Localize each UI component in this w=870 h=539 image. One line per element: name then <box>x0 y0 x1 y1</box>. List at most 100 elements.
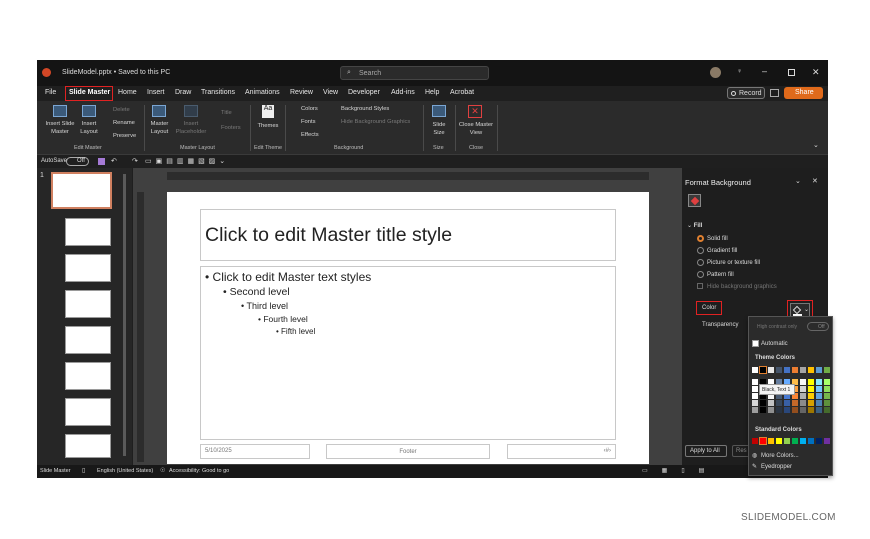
color-shade-swatch[interactable] <box>752 386 758 392</box>
fill-section-header[interactable]: ⌄ Fill <box>687 222 702 229</box>
fill-tab-icon[interactable] <box>688 194 701 207</box>
save-icon[interactable] <box>98 158 105 165</box>
color-swatch[interactable] <box>759 437 767 445</box>
color-swatch[interactable] <box>784 367 790 373</box>
status-accessibility[interactable]: Accessibility: Good to go <box>169 468 229 474</box>
color-swatch[interactable] <box>784 438 790 444</box>
eyedropper-option[interactable]: Eyedropper <box>761 464 792 470</box>
title-placeholder[interactable]: Click to edit Master title style <box>200 209 616 261</box>
color-shade-swatch[interactable] <box>816 400 822 406</box>
tab-animations[interactable]: Animations <box>245 89 280 96</box>
color-shade-swatch[interactable] <box>792 407 798 413</box>
color-swatch[interactable] <box>800 367 806 373</box>
color-shade-swatch[interactable] <box>800 379 806 385</box>
thumbnail-layout[interactable] <box>65 398 111 426</box>
master-layout-button[interactable]: Master Layout <box>147 120 172 136</box>
gradient-fill-radio[interactable] <box>697 247 704 254</box>
thumbnail-layout[interactable] <box>65 326 111 354</box>
comments-icon[interactable] <box>770 89 779 97</box>
maximize-icon[interactable] <box>788 69 795 76</box>
color-shade-swatch[interactable] <box>808 407 814 413</box>
color-shade-swatch[interactable] <box>800 407 806 413</box>
color-swatch[interactable] <box>816 438 822 444</box>
color-swatch[interactable] <box>776 367 782 373</box>
avatar[interactable] <box>710 67 721 78</box>
tab-acrobat[interactable]: Acrobat <box>450 89 474 96</box>
color-shade-swatch[interactable] <box>752 379 758 385</box>
slide-size-button[interactable]: Slide Size <box>427 121 451 137</box>
pattern-fill-radio[interactable] <box>697 271 704 278</box>
color-shade-swatch[interactable] <box>776 400 782 406</box>
autosave-toggle[interactable]: Off <box>66 157 89 166</box>
color-shade-swatch[interactable] <box>752 407 758 413</box>
close-master-view-button[interactable]: Close Master View <box>457 121 495 137</box>
lightbulb-icon[interactable]: ♀ <box>737 68 742 75</box>
thumbnail-layout[interactable] <box>65 362 111 390</box>
undo-icon[interactable]: ↶ <box>111 157 117 165</box>
insert-layout-button[interactable]: Insert Layout <box>77 120 101 136</box>
automatic-option[interactable]: Automatic <box>761 341 788 347</box>
color-shade-swatch[interactable] <box>816 393 822 399</box>
close-icon[interactable]: ✕ <box>812 67 820 78</box>
pane-close-icon[interactable]: ✕ <box>812 177 818 185</box>
picture-fill-radio[interactable] <box>697 259 704 266</box>
color-shade-swatch[interactable] <box>816 386 822 392</box>
pane-options-icon[interactable]: ⌄ <box>795 177 801 185</box>
color-shade-swatch[interactable] <box>800 386 806 392</box>
color-swatch[interactable] <box>824 367 830 373</box>
insert-slide-master-button[interactable]: Insert Slide Master <box>41 120 79 136</box>
apply-to-all-button[interactable]: Apply to All <box>685 445 727 457</box>
tab-draw[interactable]: Draw <box>175 89 191 96</box>
minimize-icon[interactable]: – <box>762 66 767 76</box>
color-shade-swatch[interactable] <box>768 400 774 406</box>
color-shade-swatch[interactable] <box>784 400 790 406</box>
color-swatch[interactable] <box>768 438 774 444</box>
color-swatch[interactable] <box>752 367 758 373</box>
thumbnail-scrollbar[interactable] <box>123 174 126 456</box>
footer-placeholder[interactable]: Footer <box>326 444 490 459</box>
colors-button[interactable]: Colors <box>301 105 318 113</box>
spelling-icon[interactable]: ▯ <box>82 467 85 474</box>
preserve-button[interactable]: Preserve <box>113 132 136 140</box>
color-shade-swatch[interactable] <box>760 400 766 406</box>
color-shade-swatch[interactable] <box>752 393 758 399</box>
thumbnail-layout[interactable] <box>65 434 111 458</box>
color-shade-swatch[interactable] <box>824 379 830 385</box>
color-shade-swatch[interactable] <box>816 379 822 385</box>
color-shade-swatch[interactable] <box>800 400 806 406</box>
color-swatch[interactable] <box>808 438 814 444</box>
color-shade-swatch[interactable] <box>824 386 830 392</box>
file-title[interactable]: SlideModel.pptx • Saved to this PC <box>62 69 170 76</box>
high-contrast-toggle[interactable]: Off <box>807 322 829 331</box>
thumbnail-layout[interactable] <box>65 254 111 282</box>
view-buttons[interactable]: ▭▦▯▤ <box>642 467 718 474</box>
collapse-ribbon-icon[interactable]: ⌄ <box>813 141 819 149</box>
color-swatch[interactable] <box>800 438 806 444</box>
date-placeholder[interactable]: 5/10/2025 <box>200 444 310 459</box>
color-shade-swatch[interactable] <box>824 407 830 413</box>
status-language[interactable]: English (United States) <box>97 468 153 474</box>
tab-developer[interactable]: Developer <box>348 89 380 96</box>
footers-checkbox[interactable]: Footers <box>221 124 241 132</box>
more-colors-option[interactable]: More Colors... <box>761 453 799 459</box>
redo-icon[interactable]: ↷ <box>132 157 138 165</box>
automatic-swatch[interactable] <box>752 340 759 347</box>
color-shade-swatch[interactable] <box>824 393 830 399</box>
tab-transitions[interactable]: Transitions <box>201 89 235 96</box>
toolbar-icons[interactable]: ▭▣▤▥▦▧▨⌄ <box>145 157 229 165</box>
color-swatch[interactable] <box>792 367 798 373</box>
tab-file[interactable]: File <box>45 89 56 96</box>
color-shade-swatch[interactable] <box>784 407 790 413</box>
search-box[interactable]: ⌕ Search <box>340 66 489 80</box>
background-styles-button[interactable]: Background Styles <box>341 105 389 113</box>
color-swatch[interactable] <box>752 438 758 444</box>
tab-review[interactable]: Review <box>290 89 313 96</box>
thumbnail-layout[interactable] <box>65 218 111 246</box>
color-shade-swatch[interactable] <box>792 400 798 406</box>
color-shade-swatch[interactable] <box>808 393 814 399</box>
color-shade-swatch[interactable] <box>768 407 774 413</box>
content-placeholder[interactable]: • Click to edit Master text styles • Sec… <box>200 266 616 440</box>
hide-bg-checkbox[interactable] <box>697 283 703 289</box>
color-shade-swatch[interactable] <box>760 407 766 413</box>
slide-number-placeholder[interactable]: ‹#› <box>507 444 616 459</box>
